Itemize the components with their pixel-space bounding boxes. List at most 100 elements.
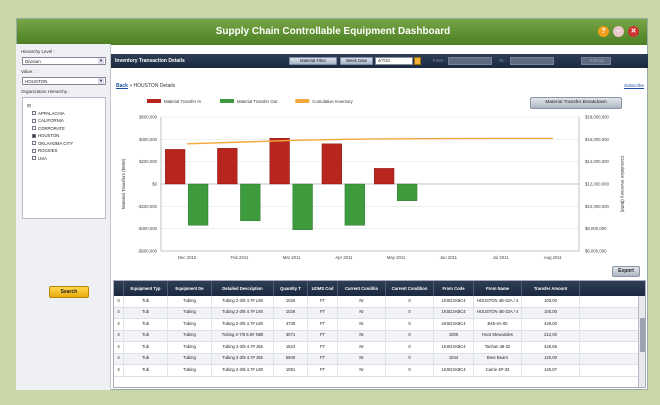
tree-item[interactable]: USA (23, 155, 105, 163)
checkbox[interactable] (32, 133, 36, 138)
table-cell: NI (338, 342, 386, 353)
tree-item[interactable]: APPALACHIA (23, 110, 105, 118)
refresh-button[interactable]: Refresh (581, 57, 611, 65)
checkbox[interactable] (32, 111, 36, 116)
table-cell: 1044 (434, 353, 474, 364)
scrollbar-thumb[interactable] (640, 318, 645, 352)
transfer-in-bar (321, 143, 342, 185)
x-tick-label: Apr 2011 (335, 255, 353, 260)
transfer-out-bar (344, 183, 365, 226)
checkbox[interactable] (32, 126, 36, 131)
tree-item-label: HOUSTON (38, 133, 60, 139)
table-cell: NI (338, 330, 386, 341)
tree-item[interactable]: CALIFORNIA (23, 117, 105, 125)
value-select[interactable]: HOUSTON ▼ (22, 77, 106, 85)
table-row[interactable]: 4 Tub Tubing Tubing 2-3/8 4.7# L80 4730 FT NI 0… (114, 319, 645, 331)
table-cell: 0 (386, 342, 434, 353)
column-header[interactable]: Equipment De (168, 281, 212, 296)
checkbox[interactable] (32, 118, 36, 123)
table-cell: 100,00 (522, 296, 580, 307)
transfer-in-bar (217, 148, 238, 185)
table-row[interactable]: 4 Tub Tubing Tubing 2-3/8 4.7# J55 5940 FT NI 0… (114, 353, 645, 365)
material-filter-button[interactable]: Material Filter (289, 57, 337, 65)
help-button[interactable]: ? (598, 26, 609, 37)
table-cell: 0 (114, 296, 124, 307)
to-date-input[interactable] (510, 57, 554, 65)
table-cell: HOUSTON 4B-32A / 4 (474, 307, 522, 318)
value-value: HOUSTON (25, 79, 48, 84)
x-tick-label: May 2011 (387, 255, 406, 260)
grid-header: Equipment Typ Equipment De Detailed Descri… (114, 281, 645, 296)
column-header[interactable]: Current Condition (386, 281, 434, 296)
table-cell: 4 (114, 365, 124, 376)
y-tick-label: $400,000 (139, 137, 158, 142)
table-cell: Tanhan 48-32 (474, 342, 522, 353)
checkbox[interactable] (32, 148, 36, 153)
checkbox[interactable] (32, 141, 36, 146)
title-bar: Supply Chain Controllable Equipment Dash… (17, 19, 647, 45)
table-row[interactable]: 0 Tub Tubing Tubing 2-3/8 4.7# L80 1026 FT NI 0… (114, 296, 645, 308)
table-cell: 1026 (274, 307, 308, 318)
org-hierarchy-label: Organization Hierarchy : (21, 89, 70, 94)
table-cell: 0 (386, 296, 434, 307)
app-title: Supply Chain Controllable Equipment Dash… (215, 26, 451, 37)
table-cell: NI (338, 319, 386, 330)
table-cell: 0 (386, 365, 434, 376)
close-button[interactable]: ✕ (628, 26, 639, 37)
subscribe-link[interactable]: Subscribe (624, 83, 644, 88)
table-cell: Tubing 2-3/8 4.7# L80 (212, 307, 274, 318)
minimize-button[interactable]: – (613, 26, 624, 37)
table-cell: Tubing 2-3/8 4.7# J55 (212, 353, 274, 364)
chevron-down-icon: ▼ (98, 58, 104, 64)
column-header[interactable]: Quantity T (274, 281, 308, 296)
tree-item-label: CORPORATE (38, 125, 65, 131)
column-header[interactable]: Current Conditio (338, 281, 386, 296)
column-header[interactable]: From Name (474, 281, 522, 296)
transfer-out-bar (187, 183, 209, 226)
table-row[interactable]: 4 Tub Tubing Tubing 2-3/8 4.7# J55 1623 FT NI 0… (114, 342, 645, 354)
tree-item[interactable]: ROCKIES (23, 147, 105, 155)
column-header[interactable]: Equipment Typ (124, 281, 168, 296)
x-tick-label: Jul 2011 (493, 255, 510, 260)
column-header[interactable]: Detailed Description (212, 281, 274, 296)
table-cell: 100,00 (522, 307, 580, 318)
calendar-icon[interactable] (414, 57, 421, 65)
hierarchy-select[interactable]: Division ▼ (22, 57, 106, 65)
tree-item[interactable]: OKLAHOMA CITY (23, 140, 105, 148)
tree-item[interactable]: HOUSTON (23, 132, 105, 140)
transfer-in-bar (269, 138, 290, 185)
search-button[interactable]: Search (49, 286, 89, 298)
grid-scrollbar[interactable] (638, 296, 645, 387)
column-header[interactable]: Transfer Amount (522, 281, 580, 296)
table-cell: NI (338, 307, 386, 318)
table-cell: 428,00 (522, 319, 580, 330)
breadcrumb-current: HOUSTON Details (133, 83, 176, 89)
x-tick-label: Jun 2011 (440, 255, 458, 260)
table-row[interactable]: 4 Tub Tubing Tubing 2-7/8 6.5# N80 3071 FT NI 0… (114, 330, 645, 342)
column-header[interactable] (114, 281, 124, 296)
checkbox[interactable] (32, 156, 36, 161)
export-button[interactable]: Export (612, 266, 640, 277)
table-cell: 4730 (274, 319, 308, 330)
table-row[interactable]: 4 Tub Tubing Tubing 2-3/8 4.7# L80 1091 FT NI 0… (114, 365, 645, 377)
tree-item[interactable]: CORPORATE (23, 125, 105, 133)
week-date-button[interactable]: Week Date (340, 57, 373, 65)
table-cell: FT (308, 342, 338, 353)
table-cell: Tubing (168, 307, 212, 318)
expand-icon[interactable]: ⊟ (27, 103, 31, 109)
table-cell: Tub (124, 296, 168, 307)
legend-label: Material Transfer Out (237, 99, 278, 104)
transfer-chart: $600,000 $400,000 $200,000 $0 -$200,000 -$400… (121, 99, 625, 260)
table-cell: Tubing (168, 353, 212, 364)
back-link[interactable]: Back (116, 83, 128, 89)
column-header[interactable]: UOMS Cod (308, 281, 338, 296)
table-cell: 1KSD3ABC4 (434, 307, 474, 318)
table-cell: 4 (114, 319, 124, 330)
table-row[interactable]: 4 Tub Tubing Tubing 2-3/8 4.7# L80 1026 FT NI 0… (114, 307, 645, 319)
table-cell: Tubing (168, 330, 212, 341)
transfer-in-bar (164, 149, 186, 185)
column-header[interactable]: From Code (434, 281, 474, 296)
tree-root[interactable]: ⊟ (23, 102, 105, 110)
date-input[interactable]: 4/7/10 (375, 57, 413, 65)
from-date-input[interactable] (448, 57, 492, 65)
